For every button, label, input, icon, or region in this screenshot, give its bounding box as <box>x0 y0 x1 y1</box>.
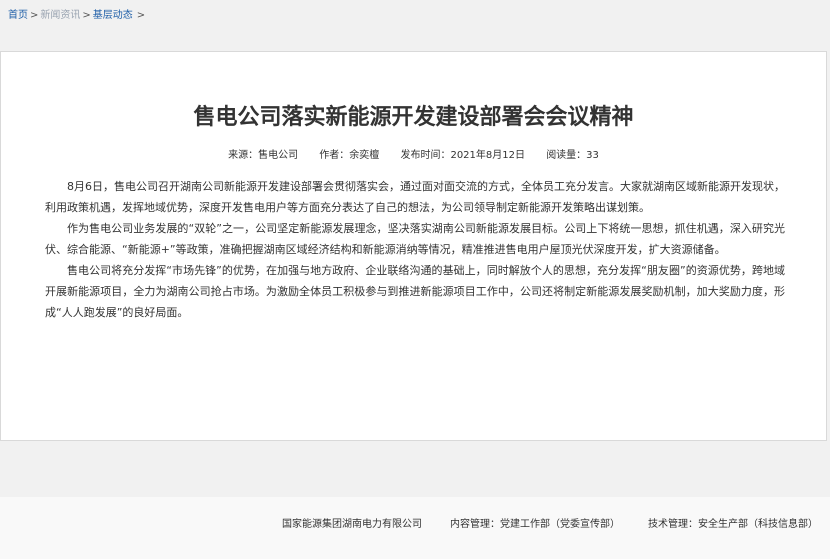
footer-company: 国家能源集团湖南电力有限公司 <box>282 519 422 530</box>
footer-tech-management: 技术管理：安全生产部（科技信息部） <box>648 519 818 530</box>
article-publish-date: 发布时间：2021年8月12日 <box>400 150 525 161</box>
article-source: 来源：售电公司 <box>228 150 299 161</box>
footer-info: 国家能源集团湖南电力有限公司 内容管理：党建工作部（党委宣传部） 技术管理：安全生产… <box>254 518 818 532</box>
article-body: 8月6日，售电公司召开湖南公司新能源开发建设部署会贯彻落实会，通过面对面交流的方… <box>45 176 785 323</box>
article-view-count: 阅读量：33 <box>546 150 599 161</box>
article-paragraph: 售电公司将充分发挥“市场先锋”的优势，在加强与地方政府、企业联络沟通的基础上，同… <box>45 264 785 319</box>
breadcrumb-news-link[interactable]: 新闻资讯 <box>40 10 80 21</box>
article-author: 作者：余奕檀 <box>319 150 380 161</box>
page-footer: 国家能源集团湖南电力有限公司 内容管理：党建工作部（党委宣传部） 技术管理：安全生产… <box>0 497 830 559</box>
breadcrumb-home-link[interactable]: 首页 <box>8 10 28 21</box>
breadcrumb: 首页 > 新闻资讯 > 基层动态 > <box>8 9 147 23</box>
article-paragraph: 8月6日，售电公司召开湖南公司新能源开发建设部署会贯彻落实会，通过面对面交流的方… <box>45 180 785 214</box>
article-card: 售电公司落实新能源开发建设部署会会议精神 来源：售电公司 作者：余奕檀 发布时间… <box>0 51 827 441</box>
breadcrumb-separator: > <box>136 10 146 21</box>
article-paragraph: 作为售电公司业务发展的“双轮”之一，公司坚定新能源发展理念，坚决落实湖南公司新能… <box>45 222 785 256</box>
breadcrumb-separator: > <box>30 10 39 21</box>
breadcrumb-current-link[interactable]: 基层动态 <box>93 10 133 21</box>
breadcrumb-separator: > <box>82 10 91 21</box>
footer-content-management: 内容管理：党建工作部（党委宣传部） <box>450 519 620 530</box>
article-title: 售电公司落实新能源开发建设部署会会议精神 <box>193 105 634 130</box>
article-meta: 来源：售电公司 作者：余奕檀 发布时间：2021年8月12日 阅读量：33 <box>1 149 826 163</box>
